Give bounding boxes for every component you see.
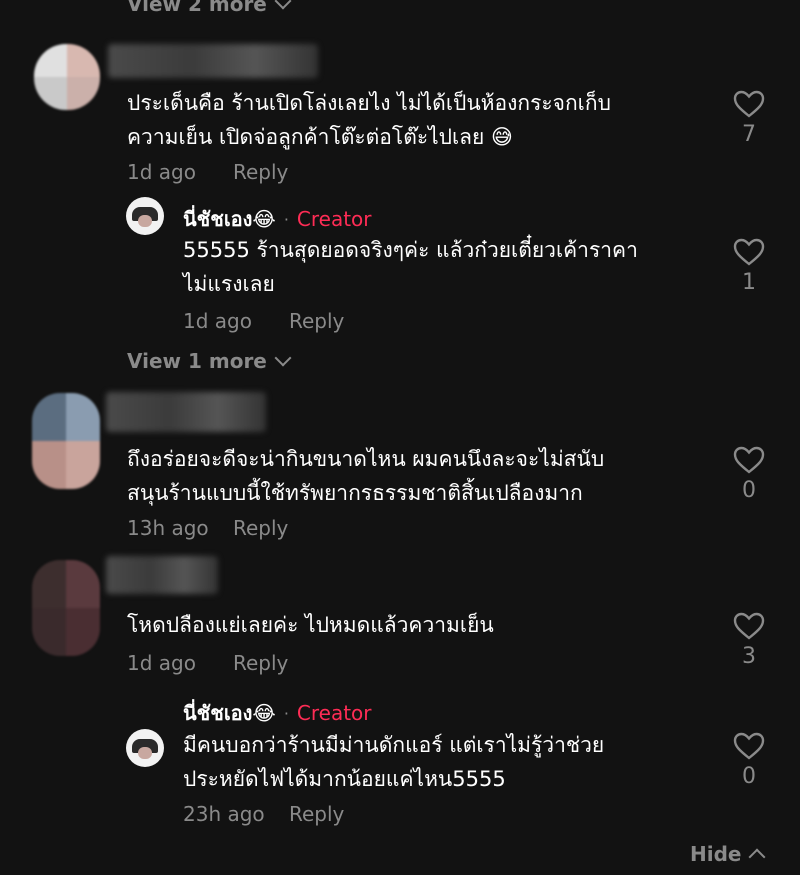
like-button[interactable]: 1 xyxy=(733,238,765,295)
view-more-label: View 1 more xyxy=(127,349,267,373)
like-count: 0 xyxy=(742,478,756,503)
creator-avatar[interactable] xyxy=(126,729,164,767)
comment-line: สนุนร้านแบบนี้ใช้ทรัพยากรธรรมชาติสิ้นเปล… xyxy=(127,481,583,505)
reply-line: 55555 ร้านสุดยอดจริงๆค่ะ แล้วก๋วยเตี๋ยวเ… xyxy=(183,238,638,262)
reply-line: มีคนบอกว่าร้านมีม่านดักแอร์ แต่เราไม่รู้… xyxy=(183,733,605,757)
view-more-label: View 2 more xyxy=(127,0,267,16)
reply-text: มีคนบอกว่าร้านมีม่านดักแอร์ แต่เราไม่รู้… xyxy=(183,728,604,796)
view-more-button[interactable]: View 1 more xyxy=(127,349,292,373)
reply-header: นี่ชัชเอง😂 · Creator xyxy=(183,203,372,235)
comment-timestamp: 13h ago xyxy=(127,516,209,540)
creator-avatar[interactable] xyxy=(126,197,164,235)
reply-line: ประหยัดไฟได้มากน้อยแค่ไหน5555 xyxy=(183,767,506,791)
reply-button[interactable]: Reply xyxy=(233,651,288,675)
chevron-up-icon xyxy=(748,848,766,866)
comment-text: โหดปลืองแย่เลยค่ะ ไปหมดแล้วความเย็น xyxy=(127,608,494,642)
reply-header: นี่ชัชเอง😂 · Creator xyxy=(183,697,372,729)
like-button[interactable]: 3 xyxy=(733,612,765,669)
heart-icon xyxy=(733,238,765,266)
comment-line: ถึงอร่อยจะดีจะน่ากินขนาดไหน ผมคนนึงละจะไ… xyxy=(127,447,605,471)
like-button[interactable]: 7 xyxy=(733,90,765,147)
reply-text: 55555 ร้านสุดยอดจริงๆค่ะ แล้วก๋วยเตี๋ยวเ… xyxy=(183,233,638,301)
comment-line: โหดปลืองแย่เลยค่ะ ไปหมดแล้วความเย็น xyxy=(127,613,494,637)
heart-icon xyxy=(733,612,765,640)
comment-timestamp: 1d ago xyxy=(127,651,196,675)
creator-badge: Creator xyxy=(296,701,372,725)
username-blurred[interactable] xyxy=(108,44,318,78)
like-count: 3 xyxy=(742,644,756,669)
hide-replies-button[interactable]: Hide xyxy=(690,842,766,866)
reply-button[interactable]: Reply xyxy=(233,516,288,540)
heart-icon xyxy=(733,90,765,118)
comment-text: ประเด็นคือ ร้านเปิดโล่งเลยไง ไม่ได้เป็นห… xyxy=(127,86,611,154)
author-name[interactable]: นี่ชัชเอง😂 xyxy=(183,697,276,729)
comment-text: ถึงอร่อยจะดีจะน่ากินขนาดไหน ผมคนนึงละจะไ… xyxy=(127,442,604,510)
reply-timestamp: 23h ago xyxy=(183,802,265,826)
comment-timestamp: 1d ago xyxy=(127,160,196,184)
like-button[interactable]: 0 xyxy=(733,446,765,503)
reply-button[interactable]: Reply xyxy=(289,802,344,826)
like-count: 7 xyxy=(742,122,756,147)
separator-dot: · xyxy=(283,209,289,229)
comment-line: ความเย็น เปิดจ่อลูกค้าโต๊ะต่อโต๊ะไปเลย 😅 xyxy=(127,125,513,149)
reply-button[interactable]: Reply xyxy=(233,160,288,184)
avatar[interactable] xyxy=(32,560,100,656)
hide-label: Hide xyxy=(690,842,742,866)
creator-badge: Creator xyxy=(296,207,372,231)
chevron-down-icon xyxy=(274,349,292,367)
like-count: 1 xyxy=(742,270,756,295)
separator-dot: · xyxy=(283,703,289,723)
chevron-down-icon xyxy=(274,0,292,10)
comment-line: ประเด็นคือ ร้านเปิดโล่งเลยไง ไม่ได้เป็นห… xyxy=(127,91,611,115)
heart-icon xyxy=(733,732,765,760)
author-name[interactable]: นี่ชัชเอง😂 xyxy=(183,203,276,235)
username-blurred[interactable] xyxy=(106,556,218,594)
reply-timestamp: 1d ago xyxy=(183,309,252,333)
username-blurred[interactable] xyxy=(106,392,266,432)
view-more-button[interactable]: View 2 more xyxy=(127,0,292,16)
heart-icon xyxy=(733,446,765,474)
like-count: 0 xyxy=(742,764,756,789)
avatar[interactable] xyxy=(32,393,100,489)
avatar[interactable] xyxy=(34,44,100,110)
reply-button[interactable]: Reply xyxy=(289,309,344,333)
reply-line: ไม่แรงเลย xyxy=(183,272,275,296)
like-button[interactable]: 0 xyxy=(733,732,765,789)
